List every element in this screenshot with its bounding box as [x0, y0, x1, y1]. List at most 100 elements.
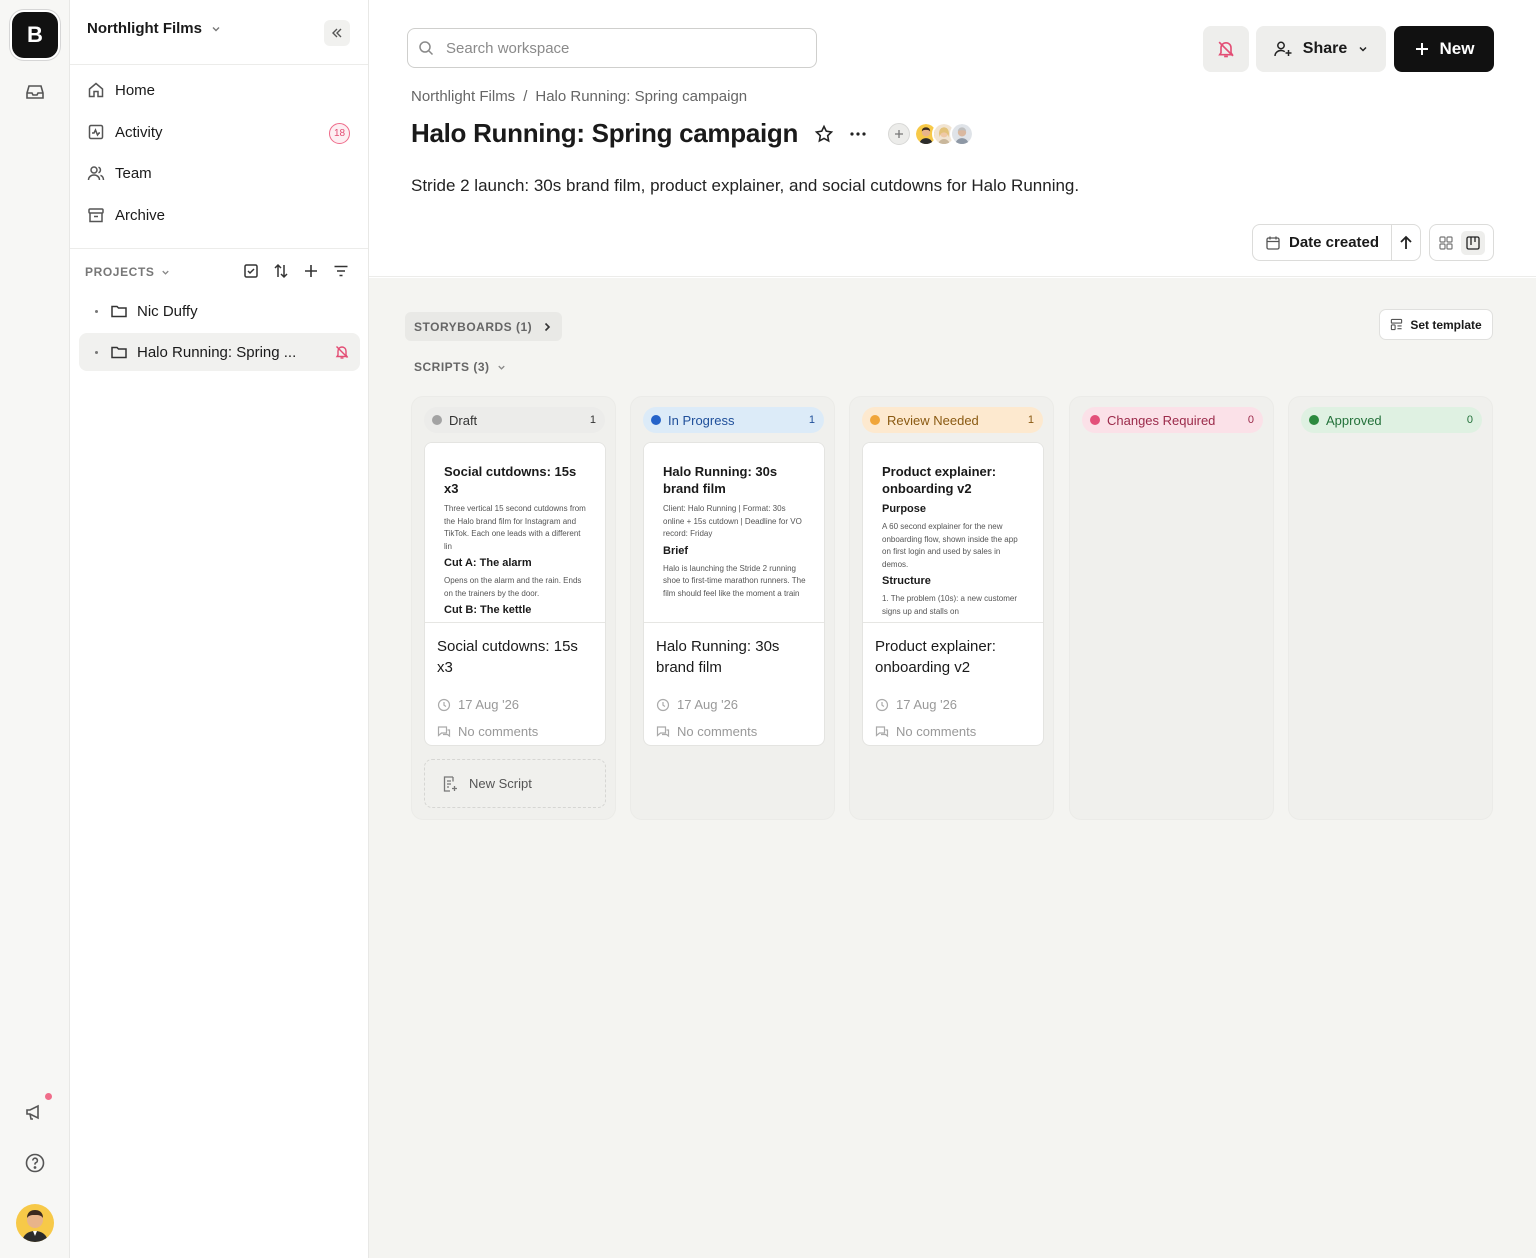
megaphone-icon[interactable]: [23, 1100, 47, 1124]
column-count: 0: [1466, 414, 1473, 426]
project-item[interactable]: Nic Duffy: [79, 292, 360, 330]
grid-view-icon[interactable]: [1438, 235, 1454, 251]
star-icon[interactable]: [814, 124, 834, 144]
search-input[interactable]: Search workspace: [407, 28, 817, 68]
clock-icon: [656, 698, 670, 711]
card-date: 17 Aug '26: [644, 691, 824, 718]
share-button[interactable]: Share: [1256, 26, 1386, 72]
column-changes-required: Changes Required 0: [1069, 396, 1274, 820]
nav-label: Archive: [115, 206, 166, 224]
comments-text: No comments: [896, 724, 977, 739]
view-switcher: [1429, 224, 1494, 261]
user-plus-icon: [1274, 41, 1292, 57]
chevron-down-icon: [212, 26, 220, 31]
project-item-active[interactable]: Halo Running: Spring ...: [79, 333, 360, 371]
preview-text: Client: Halo Running | Format: 30s onlin…: [663, 504, 802, 538]
workspace-switcher[interactable]: Northlight Films: [87, 20, 222, 37]
collaborator-avatar[interactable]: [950, 121, 975, 146]
project-name: Nic Duffy: [137, 302, 198, 320]
main-area: Search workspace Share New Northlight Fi…: [369, 0, 1536, 1258]
archive-icon: [88, 208, 104, 223]
sort-control: Date created: [1252, 224, 1421, 261]
nav-team[interactable]: Team: [87, 164, 152, 182]
comments-icon: [656, 725, 670, 737]
app-logo[interactable]: B: [12, 12, 58, 58]
scripts-toggle[interactable]: SCRIPTS (3): [414, 360, 507, 374]
more-icon[interactable]: [848, 124, 868, 144]
collapse-sidebar-button[interactable]: [324, 20, 350, 46]
nav-home[interactable]: Home: [87, 81, 155, 99]
nav-activity[interactable]: Activity: [87, 123, 352, 141]
preview-text: A 60 second explainer for the new onboar…: [882, 522, 1018, 569]
search-icon: [419, 41, 434, 56]
column-in-progress: In Progress 1 Halo Running: 30s brand fi…: [630, 396, 835, 820]
nav-archive[interactable]: Archive: [87, 206, 165, 224]
chevron-down-icon: [162, 270, 170, 275]
storyboards-toggle[interactable]: STORYBOARDS (1): [405, 312, 563, 341]
sort-direction-button[interactable]: [1392, 235, 1420, 251]
projects-toolbar: [242, 262, 350, 280]
new-document-icon: [443, 775, 457, 792]
notification-dot: [45, 1093, 52, 1100]
comments-icon: [875, 725, 889, 737]
sidebar: Northlight Films Home Activity 18 Team A…: [70, 0, 369, 1258]
calendar-icon: [1266, 236, 1280, 250]
help-icon[interactable]: [23, 1151, 47, 1175]
column-header: Changes Required 0: [1082, 407, 1263, 433]
column-approved: Approved 0: [1288, 396, 1493, 820]
team-icon: [87, 166, 105, 181]
column-name: Review Needed: [887, 412, 979, 428]
date-text: 17 Aug '26: [896, 697, 958, 712]
column-count: 1: [1027, 414, 1034, 426]
script-card[interactable]: Halo Running: 30s brand film Client: Hal…: [643, 442, 825, 746]
sort-icon[interactable]: [272, 262, 290, 280]
new-button[interactable]: New: [1394, 26, 1494, 72]
plus-icon: [1415, 43, 1428, 55]
board-view-button[interactable]: [1461, 230, 1486, 255]
script-card[interactable]: Social cutdowns: 15s x3 Three vertical 1…: [424, 442, 606, 746]
column-count: 0: [1247, 414, 1254, 426]
date-text: 17 Aug '26: [458, 697, 520, 712]
mute-notifications-button[interactable]: [1203, 26, 1249, 72]
card-comments: No comments: [644, 718, 824, 745]
workspace-name: Northlight Films: [87, 20, 202, 37]
breadcrumb-project[interactable]: Halo Running: Spring campaign: [535, 88, 747, 105]
column-review-needed: Review Needed 1 Product explainer: onboa…: [849, 396, 1054, 820]
breadcrumb-separator: /: [523, 88, 528, 105]
status-dot: [1090, 415, 1100, 425]
preview-heading: Purpose: [882, 503, 927, 515]
bullet: [95, 350, 98, 354]
sort-field-button[interactable]: Date created: [1253, 225, 1393, 260]
title-row: Halo Running: Spring campaign: [411, 118, 975, 149]
new-script-button[interactable]: New Script: [424, 759, 606, 808]
set-template-button[interactable]: Set template: [1379, 309, 1493, 340]
inbox-icon[interactable]: [23, 80, 47, 104]
script-card[interactable]: Product explainer: onboarding v2 Purpose…: [862, 442, 1044, 746]
column-header: Draft 1: [424, 407, 605, 433]
bell-muted-icon[interactable]: [334, 344, 350, 360]
column-name: Draft: [449, 412, 478, 428]
page-title: Halo Running: Spring campaign: [411, 118, 799, 148]
add-collaborator-button[interactable]: [888, 122, 911, 145]
card-date: 17 Aug '26: [863, 691, 1043, 718]
breadcrumb-workspace[interactable]: Northlight Films: [411, 88, 515, 105]
checkbox-icon[interactable]: [242, 262, 260, 280]
clock-icon: [875, 698, 889, 711]
plus-icon[interactable]: [302, 262, 320, 280]
column-name: Approved: [1326, 412, 1382, 428]
card-comments: No comments: [863, 718, 1043, 745]
preview-heading: Cut B: The kettle: [444, 604, 532, 616]
chevron-down-icon: [497, 365, 505, 370]
column-header: Approved 0: [1301, 407, 1482, 433]
user-avatar[interactable]: [16, 1204, 54, 1242]
preview-heading: Cut A: The alarm: [444, 557, 532, 569]
search-placeholder: Search workspace: [446, 39, 570, 57]
nav-label: Activity: [115, 123, 163, 141]
projects-section-toggle[interactable]: PROJECTS: [85, 265, 171, 279]
column-count: 1: [808, 414, 815, 426]
preview-text: 1. The problem (10s): a new customer sig…: [882, 594, 1018, 616]
plus-icon: [895, 129, 904, 138]
filter-icon[interactable]: [332, 262, 350, 280]
app-rail: B: [0, 0, 70, 1258]
card-preview: Halo Running: 30s brand film Client: Hal…: [644, 443, 824, 623]
